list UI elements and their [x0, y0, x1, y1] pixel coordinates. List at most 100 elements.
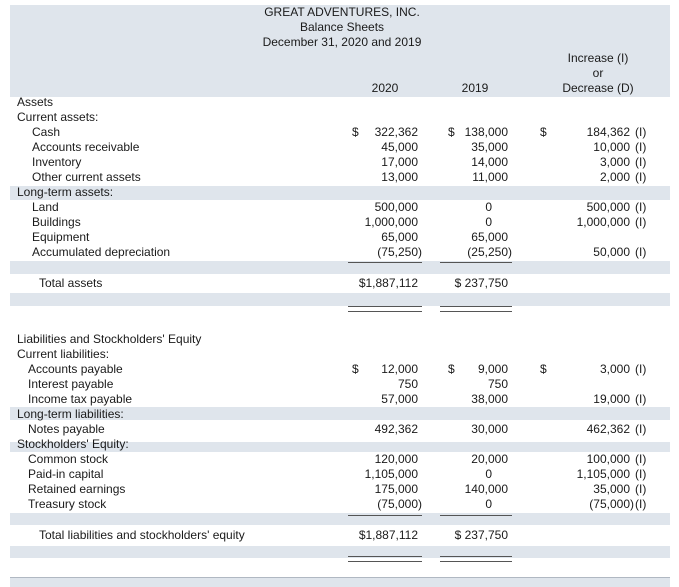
row-label: Treasury stock [28, 497, 107, 511]
value-2019: 9,000 [477, 362, 508, 376]
change-indicator: (I) [635, 497, 647, 511]
value-2020: 322,362 [374, 125, 418, 139]
section-long-term-liabilities: Long-term liabilities: [17, 407, 124, 421]
underline [440, 262, 512, 263]
value-2019: 20,000 [471, 452, 508, 466]
value-change: 100,000 [586, 452, 630, 466]
section-current-assets: Current assets: [17, 110, 99, 124]
row-label: Accounts payable [28, 362, 123, 376]
double-underline [440, 306, 512, 312]
change-indicator: (I) [635, 452, 647, 466]
balance-sheet: GREAT ADVENTURES, INC. Balance Sheets De… [0, 0, 679, 587]
value-2020: (75,250) [377, 245, 422, 259]
value-2019: 65,000 [471, 230, 508, 244]
value-2020: 12,000 [381, 362, 418, 376]
total-assets-label: Total assets [39, 276, 103, 290]
total-liabilities-equity-2020: $1,887,112 [358, 528, 418, 542]
row-label: Other current assets [32, 170, 141, 184]
statement-date: December 31, 2020 and 2019 [262, 35, 422, 49]
value-2020: 17,000 [381, 155, 418, 169]
underline [348, 262, 422, 263]
row-label: Equipment [32, 230, 90, 244]
value-2020: 492,362 [374, 422, 418, 436]
row-label: Land [32, 200, 59, 214]
row-label: Buildings [32, 215, 81, 229]
value-2019: 38,000 [471, 392, 508, 406]
value-change: (75,000) [589, 497, 634, 511]
section-current-liabilities: Current liabilities: [17, 347, 110, 361]
value-2020: 750 [397, 377, 418, 391]
change-indicator: (I) [635, 245, 647, 259]
value-2019: 30,000 [471, 422, 508, 436]
change-indicator: (I) [635, 422, 647, 436]
row-label: Cash [32, 125, 61, 139]
column-header-change: Increase (I) or Decrease (D) [548, 51, 648, 96]
section-long-term-assets: Long-term assets: [17, 185, 114, 199]
change-indicator: (I) [635, 362, 647, 376]
value-change: 2,000 [599, 170, 630, 184]
underline [440, 515, 512, 516]
value-2020: 13,000 [381, 170, 418, 184]
dollar-sign: $ [540, 362, 547, 376]
dollar-sign: $ [540, 125, 547, 139]
value-change: 1,000,000 [576, 215, 630, 229]
stripe [10, 293, 670, 306]
value-change: 35,000 [593, 482, 630, 496]
total-assets-2020: $1,887,112 [358, 276, 418, 290]
change-indicator: (I) [635, 125, 647, 139]
value-2019: 11,000 [472, 170, 508, 184]
row-label: Common stock [28, 452, 109, 466]
change-header-line: Decrease (D) [562, 81, 634, 95]
row-label: Paid-in capital [28, 467, 104, 481]
value-2019: 14,000 [471, 155, 508, 169]
value-2019: 0 [485, 467, 492, 481]
value-change: 462,362 [586, 422, 630, 436]
section-liabilities-equity: Liabilities and Stockholders' Equity [17, 332, 202, 346]
value-2020: 65,000 [381, 230, 418, 244]
row-label: Income tax payable [28, 392, 133, 406]
row-label: Retained earnings [28, 482, 126, 496]
stripe [10, 546, 670, 558]
change-indicator: (I) [635, 392, 647, 406]
row-label: Notes payable [28, 422, 105, 436]
row-label: Inventory [32, 155, 82, 169]
value-2019: 0 [485, 200, 492, 214]
value-2020: 45,000 [381, 140, 418, 154]
value-change: 500,000 [586, 200, 630, 214]
value-2020: (75,000) [377, 497, 422, 511]
total-assets-2019: $ 237,750 [454, 276, 508, 290]
value-2019: 750 [487, 377, 508, 391]
change-indicator: (I) [635, 170, 647, 184]
total-liabilities-equity-2019: $ 237,750 [454, 528, 508, 542]
change-header-line: Increase (I) [567, 51, 629, 65]
change-indicator: (I) [635, 467, 647, 481]
total-liabilities-equity-label: Total liabilities and stockholders' equi… [39, 528, 245, 542]
value-2019: (25,250) [467, 245, 512, 259]
value-2019: 140,000 [464, 482, 508, 496]
value-change: 10,000 [593, 140, 630, 154]
statement-title: Balance Sheets [299, 20, 385, 34]
value-change: 184,362 [586, 125, 630, 139]
section-assets: Assets [17, 95, 54, 109]
value-2020: 1,105,000 [364, 467, 418, 481]
stripe [10, 261, 670, 274]
value-2019: 35,000 [471, 140, 508, 154]
double-underline [348, 306, 422, 312]
value-2020: 175,000 [374, 482, 418, 496]
value-change: 19,000 [593, 392, 630, 406]
change-indicator: (I) [635, 200, 647, 214]
column-header-2019: 2019 [461, 81, 489, 95]
value-2019: 0 [485, 215, 492, 229]
double-underline [348, 556, 422, 562]
column-header-2020: 2020 [371, 81, 399, 95]
value-2019: 0 [485, 497, 492, 511]
value-2020: 1,000,000 [364, 215, 418, 229]
stripe [10, 513, 670, 525]
row-label: Interest payable [28, 377, 114, 391]
change-indicator: (I) [635, 155, 647, 169]
change-header-line: or [592, 66, 604, 80]
section-stockholders-equity: Stockholders' Equity: [17, 437, 129, 451]
underline [348, 515, 422, 516]
value-change: 3,000 [599, 362, 630, 376]
value-change: 3,000 [599, 155, 630, 169]
